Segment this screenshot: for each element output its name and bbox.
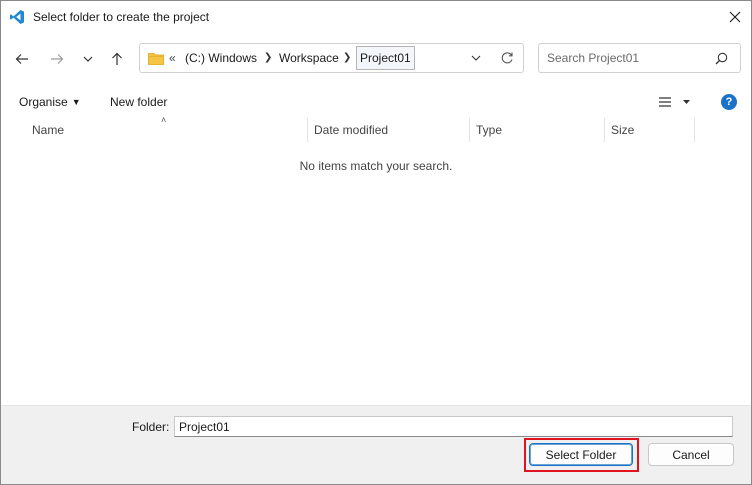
breadcrumb-current[interactable]: Project01 xyxy=(356,46,415,70)
new-folder-button[interactable]: New folder xyxy=(110,95,167,109)
back-arrow-icon xyxy=(15,54,28,64)
search-input[interactable] xyxy=(539,44,725,72)
refresh-icon[interactable] xyxy=(500,51,514,65)
select-folder-button[interactable]: Select Folder xyxy=(529,443,633,466)
column-divider[interactable] xyxy=(307,118,308,142)
folder-icon xyxy=(148,53,164,65)
folder-label: Folder: xyxy=(132,420,170,434)
cancel-button[interactable]: Cancel xyxy=(648,443,734,466)
file-list: Name ˄ Date modified Type Size No items … xyxy=(1,115,751,405)
recent-dropdown-icon xyxy=(83,56,93,62)
folder-name-input[interactable] xyxy=(174,416,733,437)
command-bar: Organise ▼ New folder ? xyxy=(1,87,751,117)
view-options-button[interactable] xyxy=(657,93,697,111)
breadcrumb-overflow[interactable]: « xyxy=(169,51,176,65)
up-button[interactable] xyxy=(107,49,127,69)
chevron-down-icon[interactable] xyxy=(470,52,482,64)
address-row: « (C:) Windows ❯ Workspace ❯ Project01 xyxy=(1,37,751,81)
column-divider[interactable] xyxy=(694,118,695,142)
column-divider[interactable] xyxy=(469,118,470,142)
back-button[interactable] xyxy=(12,49,32,69)
column-divider[interactable] xyxy=(604,118,605,142)
column-header-name[interactable]: Name xyxy=(32,118,64,142)
dialog-title: Select folder to create the project xyxy=(33,10,210,24)
column-header-type[interactable]: Type xyxy=(476,118,502,142)
empty-list-message: No items match your search. xyxy=(299,159,453,173)
close-icon xyxy=(729,11,741,23)
search-icon[interactable] xyxy=(715,52,728,65)
organise-menu[interactable]: Organise ▼ xyxy=(19,95,81,109)
breadcrumb-separator-icon[interactable]: ❯ xyxy=(264,52,272,63)
breadcrumb-workspace[interactable]: Workspace xyxy=(279,51,339,65)
folder-picker-dialog: Select folder to create the project « (C… xyxy=(0,0,752,485)
search-box[interactable] xyxy=(538,43,741,73)
help-icon[interactable]: ? xyxy=(721,94,737,110)
view-options-icon xyxy=(659,97,690,107)
caret-down-icon: ▼ xyxy=(71,97,81,107)
column-header-date-modified[interactable]: Date modified xyxy=(314,118,388,142)
up-arrow-icon xyxy=(112,52,122,65)
sort-ascending-icon: ˄ xyxy=(161,115,167,125)
forward-button[interactable] xyxy=(47,49,67,69)
recent-locations-button[interactable] xyxy=(78,49,98,69)
close-button[interactable] xyxy=(719,1,751,33)
column-header-size[interactable]: Size xyxy=(611,118,634,142)
title-bar: Select folder to create the project xyxy=(1,1,751,33)
vscode-icon xyxy=(10,10,24,24)
dialog-footer: Folder: Select Folder Cancel xyxy=(1,405,751,484)
forward-arrow-icon xyxy=(51,54,64,64)
organise-label: Organise xyxy=(19,95,68,109)
breadcrumb-separator-icon[interactable]: ❯ xyxy=(343,52,351,63)
address-bar[interactable]: « (C:) Windows ❯ Workspace ❯ Project01 xyxy=(139,43,524,73)
breadcrumb-windows[interactable]: (C:) Windows xyxy=(185,51,257,65)
